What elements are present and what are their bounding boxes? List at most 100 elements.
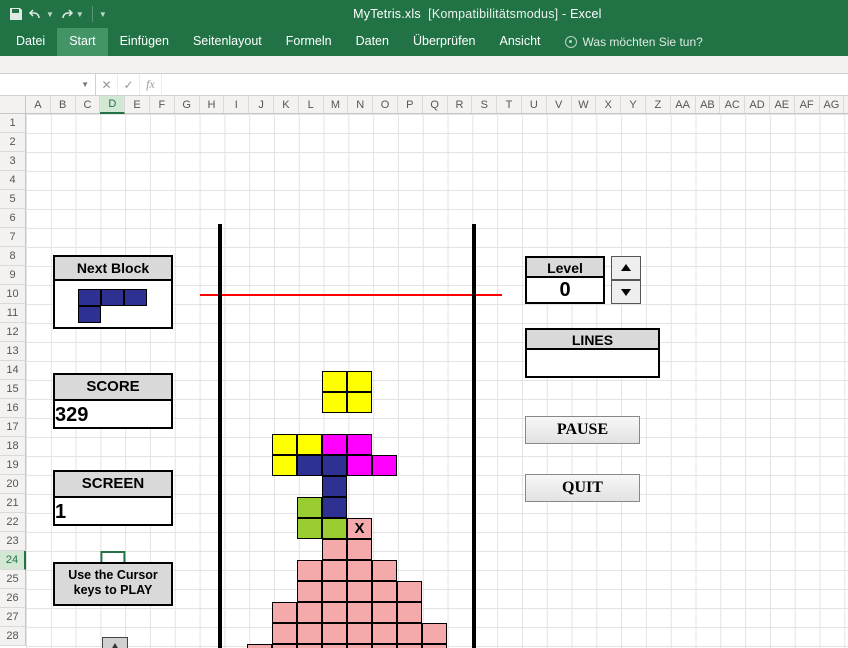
row-header-17[interactable]: 17: [0, 418, 26, 437]
fx-icon[interactable]: fx: [140, 74, 162, 96]
col-header-N[interactable]: N: [348, 96, 373, 113]
tab-datei[interactable]: Datei: [4, 28, 57, 56]
col-header-AG[interactable]: AG: [820, 96, 845, 113]
formula-input[interactable]: [162, 74, 848, 95]
row-header-18[interactable]: 18: [0, 437, 26, 456]
tab-start[interactable]: Start: [57, 28, 107, 56]
col-header-O[interactable]: O: [373, 96, 398, 113]
redo-icon[interactable]: [58, 6, 74, 22]
col-header-K[interactable]: K: [274, 96, 299, 113]
qat-customize-icon[interactable]: ▼: [99, 10, 107, 19]
tab-ueberpruefen[interactable]: Überprüfen: [401, 28, 488, 56]
row-header-19[interactable]: 19: [0, 456, 26, 475]
row-header-3[interactable]: 3: [0, 152, 26, 171]
row-header-24[interactable]: 24: [0, 551, 26, 570]
row-header-21[interactable]: 21: [0, 494, 26, 513]
block-cell: [322, 392, 347, 413]
save-icon[interactable]: [8, 6, 24, 22]
col-header-T[interactable]: T: [497, 96, 522, 113]
col-header-AD[interactable]: AD: [745, 96, 770, 113]
col-header-C[interactable]: C: [76, 96, 101, 113]
col-header-W[interactable]: W: [572, 96, 597, 113]
worksheet[interactable]: ABCDEFGHIJKLMNOPQRSTUVWXYZAAABACADAEAFAG…: [0, 96, 848, 648]
row-header-23[interactable]: 23: [0, 532, 26, 551]
row-header-25[interactable]: 25: [0, 570, 26, 589]
col-header-AF[interactable]: AF: [795, 96, 820, 113]
col-header-AE[interactable]: AE: [770, 96, 795, 113]
cancel-icon[interactable]: ✕: [96, 74, 118, 95]
undo-icon[interactable]: [28, 6, 44, 22]
col-header-F[interactable]: F: [150, 96, 175, 113]
level-up-button[interactable]: [611, 256, 641, 280]
block-cell: [272, 455, 297, 476]
tab-formeln[interactable]: Formeln: [274, 28, 344, 56]
col-header-Q[interactable]: Q: [423, 96, 448, 113]
col-header-U[interactable]: U: [522, 96, 547, 113]
tab-ansicht[interactable]: Ansicht: [488, 28, 553, 56]
col-header-L[interactable]: L: [299, 96, 324, 113]
filename: MyTetris.xls: [353, 7, 421, 21]
col-header-V[interactable]: V: [547, 96, 572, 113]
enter-icon[interactable]: ✓: [118, 74, 140, 95]
tab-seitenlayout[interactable]: Seitenlayout: [181, 28, 274, 56]
row-header-20[interactable]: 20: [0, 475, 26, 494]
select-all-corner[interactable]: [0, 96, 26, 113]
col-header-R[interactable]: R: [448, 96, 473, 113]
col-header-P[interactable]: P: [398, 96, 423, 113]
row-header-14[interactable]: 14: [0, 361, 26, 380]
name-box[interactable]: ▼: [0, 74, 96, 95]
dpad-up[interactable]: [102, 637, 128, 648]
quit-button[interactable]: QUIT: [525, 474, 640, 502]
row-header-22[interactable]: 22: [0, 513, 26, 532]
col-header-AC[interactable]: AC: [720, 96, 745, 113]
row-header-1[interactable]: 1: [0, 114, 26, 133]
score-label: SCORE: [55, 375, 171, 399]
col-header-Z[interactable]: Z: [646, 96, 671, 113]
row-header-7[interactable]: 7: [0, 228, 26, 247]
redo-dropdown-icon[interactable]: ▼: [76, 10, 84, 19]
row-header-27[interactable]: 27: [0, 608, 26, 627]
block-cell: [372, 581, 397, 602]
row-header-15[interactable]: 15: [0, 380, 26, 399]
row-header-11[interactable]: 11: [0, 304, 26, 323]
level-value: 0: [525, 278, 605, 304]
col-header-I[interactable]: I: [224, 96, 249, 113]
col-header-AB[interactable]: AB: [696, 96, 721, 113]
col-header-D[interactable]: D: [100, 96, 125, 114]
row-header-12[interactable]: 12: [0, 323, 26, 342]
row-header-28[interactable]: 28: [0, 627, 26, 646]
row-header-9[interactable]: 9: [0, 266, 26, 285]
col-header-X[interactable]: X: [596, 96, 621, 113]
row-header-4[interactable]: 4: [0, 171, 26, 190]
block-cell: [372, 623, 397, 644]
col-header-G[interactable]: G: [175, 96, 200, 113]
ribbon-body-collapsed: [0, 56, 848, 74]
undo-dropdown-icon[interactable]: ▼: [46, 10, 54, 19]
pause-button[interactable]: PAUSE: [525, 416, 640, 444]
col-header-Y[interactable]: Y: [621, 96, 646, 113]
col-header-S[interactable]: S: [472, 96, 497, 113]
level-label: Level: [525, 256, 605, 278]
col-header-M[interactable]: M: [324, 96, 349, 113]
col-header-A[interactable]: A: [26, 96, 51, 113]
tab-daten[interactable]: Daten: [344, 28, 401, 56]
row-header-13[interactable]: 13: [0, 342, 26, 361]
tell-me[interactable]: Was möchten Sie tun?: [553, 28, 703, 56]
namebox-dropdown-icon[interactable]: ▼: [81, 80, 89, 89]
row-header-5[interactable]: 5: [0, 190, 26, 209]
col-header-AA[interactable]: AA: [671, 96, 696, 113]
row-header-26[interactable]: 26: [0, 589, 26, 608]
screen-value: 1: [53, 498, 173, 526]
col-header-J[interactable]: J: [249, 96, 274, 113]
col-header-E[interactable]: E: [125, 96, 150, 113]
col-header-B[interactable]: B: [51, 96, 76, 113]
tab-einfuegen[interactable]: Einfügen: [108, 28, 181, 56]
row-header-16[interactable]: 16: [0, 399, 26, 418]
row-header-6[interactable]: 6: [0, 209, 26, 228]
row-header-8[interactable]: 8: [0, 247, 26, 266]
block-cell: [422, 623, 447, 644]
level-down-button[interactable]: [611, 280, 641, 304]
col-header-H[interactable]: H: [200, 96, 225, 113]
row-header-2[interactable]: 2: [0, 133, 26, 152]
row-header-10[interactable]: 10: [0, 285, 26, 304]
